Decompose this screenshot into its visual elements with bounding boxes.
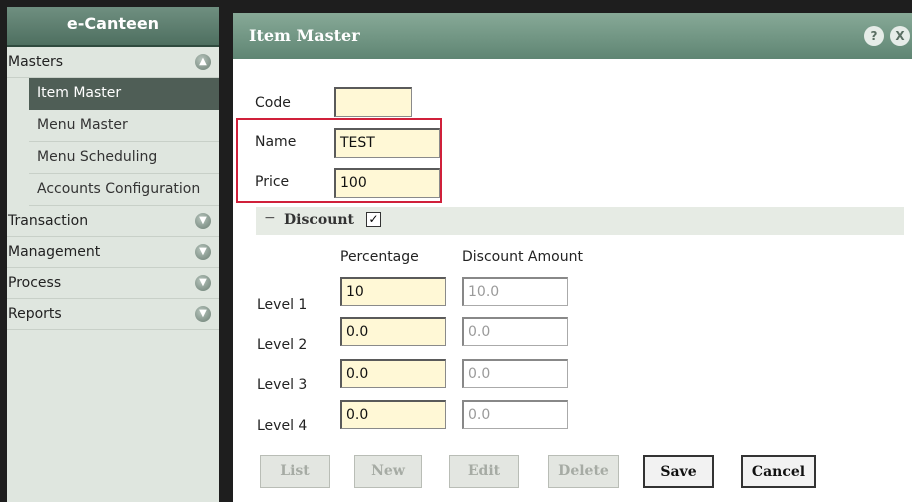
app-title: e-Canteen — [7, 7, 219, 47]
level-3-percentage-field[interactable]: 0.0 — [340, 359, 446, 388]
help-icon[interactable]: ? — [864, 26, 884, 46]
level-3-amount-field: 0.0 — [462, 359, 568, 388]
sidebar-group-label: Management — [8, 244, 101, 260]
sidebar-group-masters[interactable]: Masters ▲ — [7, 47, 219, 78]
level-2-label: Level 2 — [257, 337, 308, 353]
price-label: Price — [255, 174, 290, 190]
percentage-header: Percentage — [340, 249, 419, 265]
sidebar-group-label: Masters — [8, 54, 64, 70]
cancel-button[interactable]: Cancel — [741, 455, 816, 488]
item-master-panel: Item Master ? X Code Name TEST Price 100… — [233, 13, 912, 502]
chevron-down-icon[interactable]: ▼ — [195, 306, 211, 322]
level-4-percentage-field[interactable]: 0.0 — [340, 400, 446, 429]
code-label: Code — [255, 95, 291, 111]
save-button[interactable]: Save — [643, 455, 714, 488]
panel-title: Item Master — [249, 26, 360, 45]
panel-header: Item Master ? X — [233, 13, 912, 59]
sidebar-group-label: Reports — [8, 306, 62, 322]
sidebar-group-label: Process — [8, 275, 62, 291]
delete-button[interactable]: Delete — [548, 455, 619, 488]
sidebar-group-management[interactable]: Management ▼ — [7, 237, 219, 268]
new-button[interactable]: New — [354, 455, 422, 488]
collapse-icon[interactable]: − — [264, 210, 276, 226]
level-1-amount-field: 10.0 — [462, 277, 568, 306]
level-4-amount-field: 0.0 — [462, 400, 568, 429]
level-2-percentage-field[interactable]: 0.0 — [340, 317, 446, 346]
list-button[interactable]: List — [260, 455, 330, 488]
sidebar-item-accounts-configuration[interactable]: Accounts Configuration — [29, 174, 219, 206]
chevron-down-icon[interactable]: ▼ — [195, 213, 211, 229]
sidebar-item-menu-master[interactable]: Menu Master — [29, 110, 219, 142]
code-field[interactable] — [334, 87, 412, 117]
close-icon[interactable]: X — [890, 26, 910, 46]
level-4-label: Level 4 — [257, 418, 308, 434]
chevron-down-icon[interactable]: ▼ — [195, 275, 211, 291]
discount-amount-header: Discount Amount — [462, 249, 583, 265]
sidebar: e-Canteen Masters ▲ Item Master Menu Mas… — [7, 7, 219, 502]
level-3-label: Level 3 — [257, 377, 308, 393]
name-field[interactable]: TEST — [334, 128, 440, 158]
chevron-up-icon[interactable]: ▲ — [195, 54, 211, 70]
name-label: Name — [255, 134, 297, 150]
discount-checkbox[interactable]: ✓ — [366, 212, 381, 227]
level-1-percentage-field[interactable]: 10 — [340, 277, 446, 306]
edit-button[interactable]: Edit — [449, 455, 519, 488]
sidebar-group-label: Transaction — [8, 213, 89, 229]
level-1-label: Level 1 — [257, 297, 308, 313]
sidebar-group-reports[interactable]: Reports ▼ — [7, 299, 219, 330]
discount-label: Discount — [284, 212, 355, 228]
chevron-down-icon[interactable]: ▼ — [195, 244, 211, 260]
sidebar-group-transaction[interactable]: Transaction ▼ — [7, 206, 219, 237]
discount-section-header: − Discount ✓ — [256, 207, 904, 235]
sidebar-item-menu-scheduling[interactable]: Menu Scheduling — [29, 142, 219, 174]
price-field[interactable]: 100 — [334, 168, 440, 198]
level-2-amount-field: 0.0 — [462, 317, 568, 346]
sidebar-group-process[interactable]: Process ▼ — [7, 268, 219, 299]
sidebar-item-item-master[interactable]: Item Master — [29, 78, 219, 110]
